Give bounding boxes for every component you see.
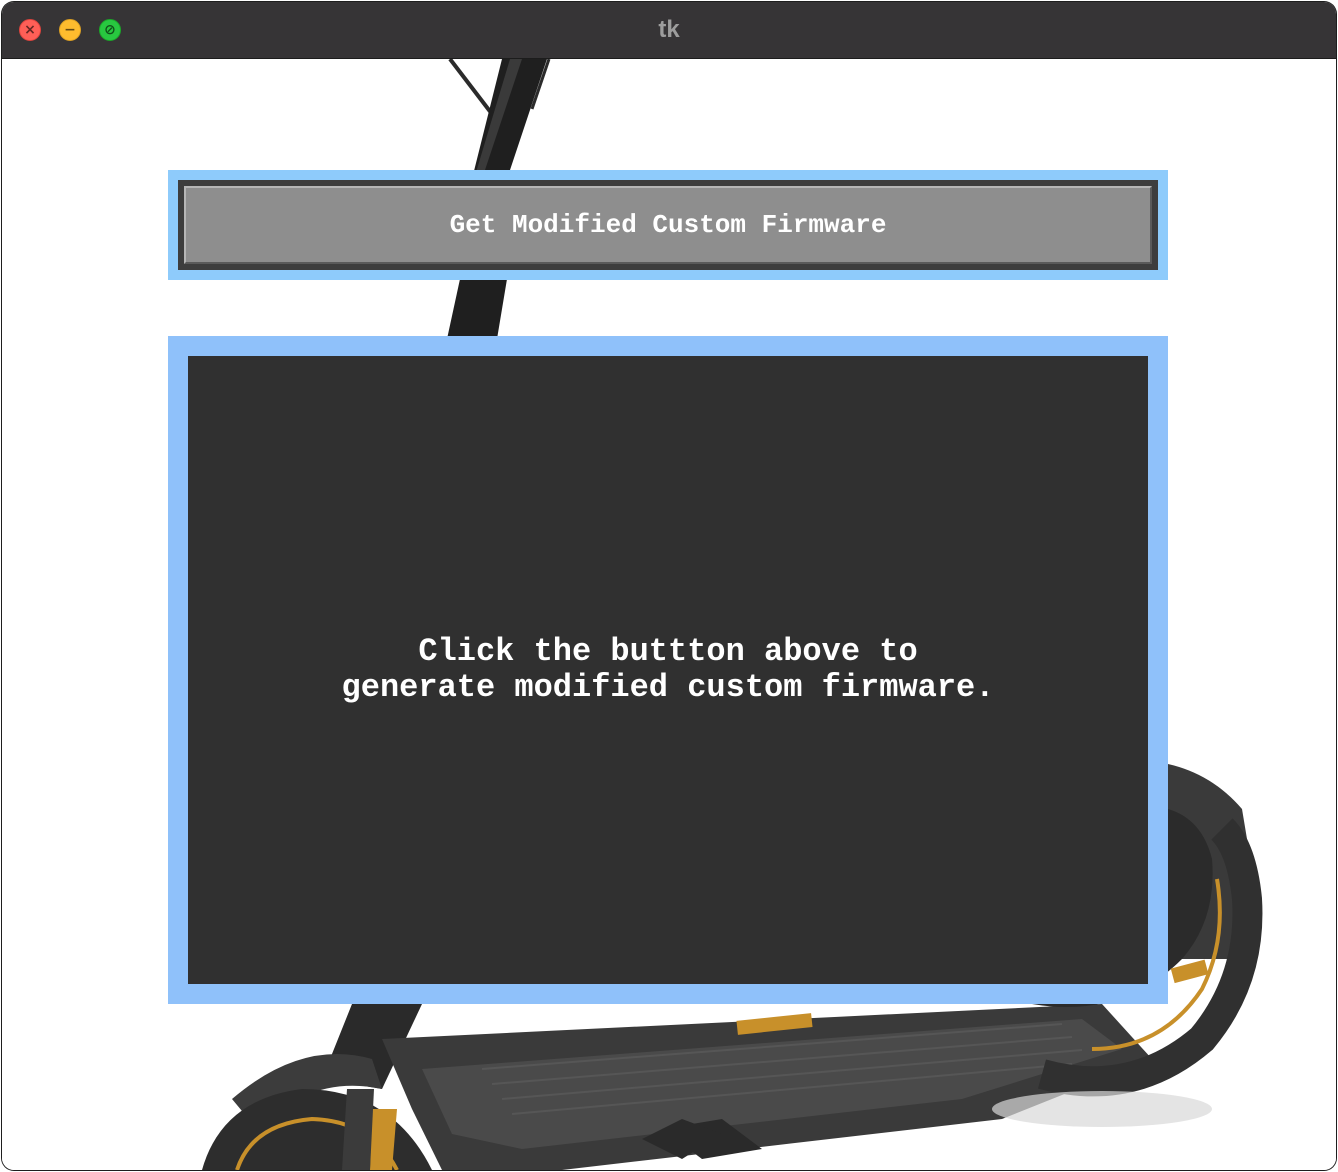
output-panel-frame: Click the buttton above to generate modi… [168, 336, 1168, 1004]
button-border: Get Modified Custom Firmware [178, 180, 1158, 270]
app-window: × − ⊘ tk Get Modified Custom Firmware Cl… [2, 2, 1336, 1170]
output-panel: Click the buttton above to generate modi… [188, 356, 1148, 984]
window-content: Get Modified Custom Firmware Click the b… [2, 59, 1336, 1170]
get-modified-custom-firmware-button[interactable]: Get Modified Custom Firmware [184, 186, 1152, 264]
output-message: Click the buttton above to generate modi… [341, 633, 995, 706]
window-title: tk [658, 16, 680, 43]
button-focus-frame: Get Modified Custom Firmware [168, 170, 1168, 280]
title-bar[interactable]: × − ⊘ tk [2, 2, 1336, 59]
